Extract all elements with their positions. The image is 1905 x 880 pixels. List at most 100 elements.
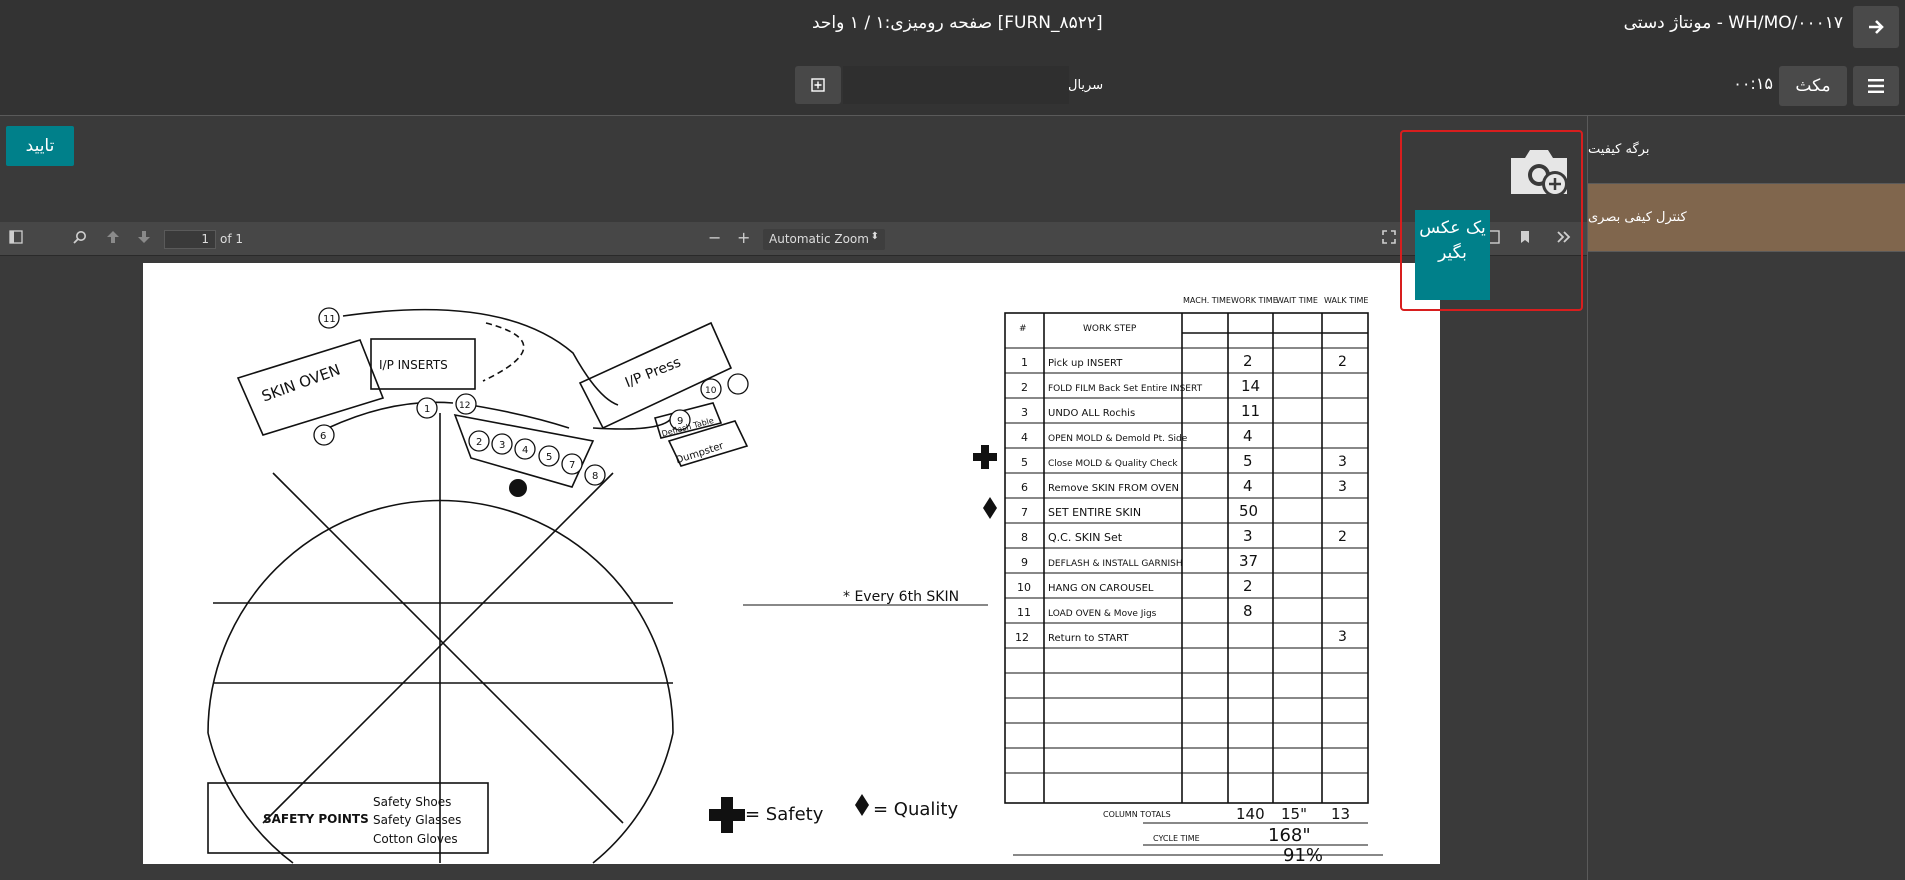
zoom-in-icon[interactable]: +	[737, 228, 750, 247]
table-header-step: WORK STEP	[1083, 324, 1137, 334]
circle-number: 9	[677, 416, 683, 427]
table-header-walk: WALK TIME	[1324, 296, 1368, 305]
row-work: 2	[1243, 577, 1253, 595]
row-num: 9	[1021, 556, 1028, 569]
every-note: * Every 6th SKIN	[843, 589, 959, 605]
row-step: LOAD OVEN & Move Jigs	[1048, 609, 1157, 619]
circle-number: 2	[476, 437, 482, 448]
table-header-work: WORK TIME	[1231, 296, 1278, 305]
row-walk: 2	[1338, 354, 1347, 370]
row-num: 12	[1015, 631, 1029, 644]
sidebar-item-visual-check[interactable]: کنترل کیفی بصری	[1588, 184, 1905, 252]
row-num: 6	[1021, 481, 1028, 494]
next-page-icon[interactable]	[137, 230, 151, 248]
row-step: Pick up INSERT	[1048, 358, 1123, 369]
sidebar-toggle-icon[interactable]	[9, 230, 23, 248]
zoom-out-icon[interactable]: −	[708, 228, 721, 247]
pdf-page: # WORK STEP MACH. TIME WORK TIME WAIT TI…	[143, 263, 1440, 866]
serial-label: سریال	[1068, 78, 1104, 93]
previous-page-icon[interactable]	[106, 230, 120, 248]
row-work: 11	[1241, 402, 1260, 420]
row-work: 5	[1243, 452, 1253, 470]
column-totals-label: COLUMN TOTALS	[1103, 810, 1171, 819]
row-work: 50	[1239, 502, 1258, 520]
efficiency: 91%	[1283, 845, 1323, 864]
row-num: 11	[1017, 606, 1031, 619]
row-work: 14	[1241, 377, 1260, 395]
row-num: 3	[1021, 406, 1028, 419]
document-drawing: # WORK STEP MACH. TIME WORK TIME WAIT TI…	[207, 296, 1383, 866]
pdf-toolbar: 1 of 1 − + Automatic Zoom ⬍	[0, 222, 1587, 256]
row-work: 4	[1243, 427, 1253, 445]
row-num: 5	[1021, 456, 1028, 469]
top-bar: WH/MO/۰۰۰۱۷ - مونتاژ دستی [FURN_۸۵۲۲] صف…	[0, 0, 1905, 116]
table-header-num: #	[1019, 324, 1027, 334]
table-header-wait: WAIT TIME	[1276, 296, 1318, 305]
circle-number: 12	[459, 401, 470, 411]
row-num: 10	[1017, 581, 1031, 594]
sidebar-item-quality-sheet[interactable]: برگه کیفیت	[1588, 116, 1905, 184]
circle-number: 11	[323, 314, 336, 325]
row-step: HANG ON CAROUSEL	[1048, 583, 1154, 594]
serial-input[interactable]	[843, 66, 1069, 104]
row-num: 1	[1021, 356, 1028, 369]
take-photo-button[interactable]: یک عکس بگیر	[1415, 210, 1490, 300]
row-walk: 3	[1338, 479, 1347, 495]
page-total: of 1	[220, 232, 244, 246]
row-step: UNDO ALL Rochis	[1048, 408, 1135, 419]
timer: ۰۰:۱۵	[1733, 74, 1773, 93]
row-work: 3	[1243, 527, 1253, 545]
arrow-right-icon	[1869, 20, 1884, 34]
circle-number: 3	[499, 440, 505, 451]
main-area: تایید 1 of 1 − + Automatic Zoom ⬍ # WORK…	[0, 116, 1587, 880]
photo-capture-area: یک عکس بگیر	[1400, 130, 1583, 311]
sidebar-item-label: برگه کیفیت	[1588, 142, 1650, 157]
sidebar-item-label: کنترل کیفی بصری	[1588, 210, 1687, 225]
plus-square-icon	[811, 78, 825, 92]
row-step: Q.C. SKIN Set	[1048, 531, 1123, 544]
product-title: [FURN_۸۵۲۲] صفحه رومیزی:۱ / ۱ واحد	[812, 13, 1103, 33]
row-work: 2	[1243, 352, 1253, 370]
pause-button[interactable]: مکث	[1779, 66, 1847, 106]
fullscreen-icon[interactable]	[1382, 230, 1396, 248]
safety-points-label: SAFETY POINTS	[263, 812, 369, 826]
row-num: 7	[1021, 506, 1028, 519]
circle-number: 6	[320, 431, 326, 442]
circle-number: 4	[522, 445, 528, 456]
row-step: Return to START	[1048, 633, 1129, 644]
safety-item: Cotton Gloves	[373, 832, 458, 846]
search-icon[interactable]	[73, 230, 87, 248]
confirm-button[interactable]: تایید	[6, 126, 74, 166]
row-step: SET ENTIRE SKIN	[1048, 506, 1141, 519]
back-button[interactable]	[1853, 6, 1899, 48]
camera-plus-icon[interactable]	[1507, 144, 1571, 200]
document-area: # WORK STEP MACH. TIME WORK TIME WAIT TI…	[0, 256, 1587, 880]
row-num: 4	[1021, 431, 1028, 444]
serial-add-button[interactable]	[795, 66, 841, 104]
cycle-time: 168"	[1268, 825, 1311, 846]
row-step: OPEN MOLD & Demold Pt. Side	[1048, 434, 1188, 444]
total-work: 140	[1236, 805, 1265, 823]
page-number-input[interactable]: 1	[164, 230, 216, 249]
safety-item: Safety Glasses	[373, 813, 461, 827]
circle-number: 1	[424, 404, 430, 415]
legend-safety: = Safety	[745, 804, 824, 825]
menu-button[interactable]	[1853, 66, 1899, 106]
legend-quality: = Quality	[873, 799, 958, 820]
row-walk: 3	[1338, 454, 1347, 470]
right-panel: برگه کیفیت کنترل کیفی بصری	[1587, 116, 1905, 880]
row-walk: 3	[1338, 629, 1347, 645]
zoom-select-value: Automatic Zoom	[769, 232, 869, 246]
row-work: 37	[1239, 552, 1258, 570]
row-num: 8	[1021, 531, 1028, 544]
zoom-select[interactable]: Automatic Zoom ⬍	[763, 229, 885, 250]
mo-title: WH/MO/۰۰۰۱۷ - مونتاژ دستی	[1623, 13, 1843, 33]
row-step: Close MOLD & Quality Check	[1048, 459, 1178, 469]
chevron-down-icon: ⬍	[870, 231, 879, 242]
row-num: 2	[1021, 381, 1028, 394]
table-header-mach: MACH. TIME	[1183, 296, 1231, 305]
circle-number: 5	[546, 452, 552, 463]
row-walk: 2	[1338, 529, 1347, 545]
row-work: 4	[1243, 477, 1253, 495]
safety-item: Safety Shoes	[373, 795, 451, 809]
